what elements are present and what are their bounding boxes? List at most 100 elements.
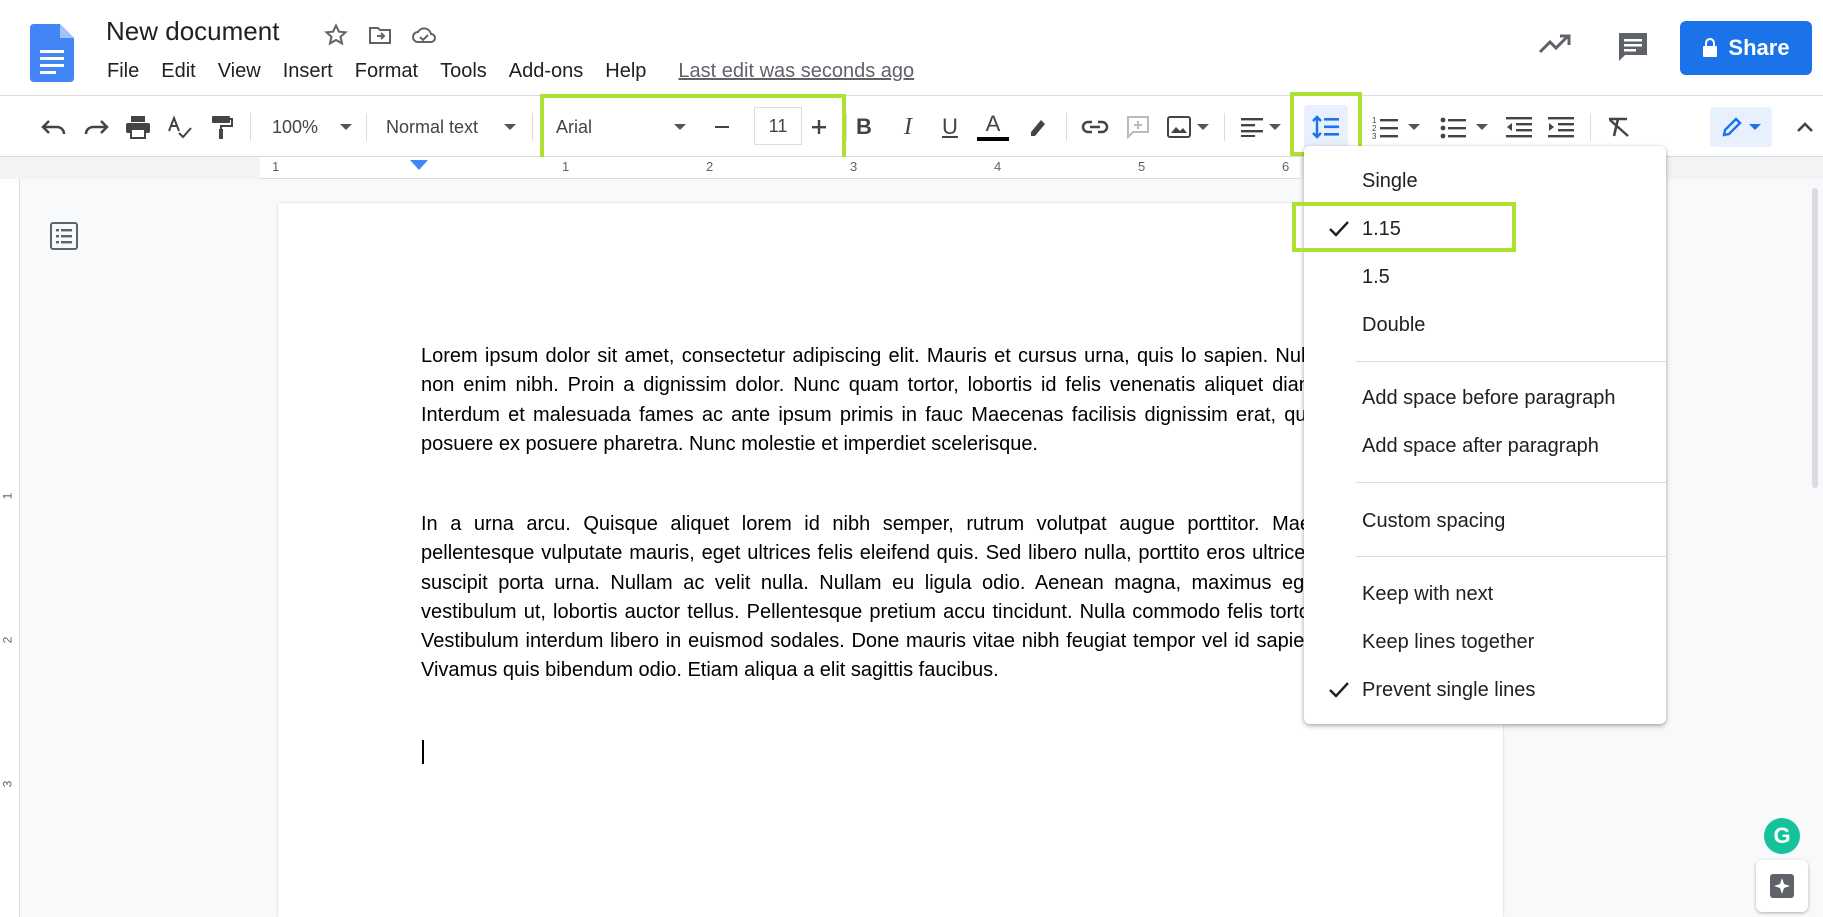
- menu-item-label: Keep lines together: [1362, 630, 1535, 653]
- explore-button[interactable]: [1756, 860, 1808, 912]
- font-group-highlight: [540, 94, 846, 162]
- chevron-down-icon: [1197, 124, 1209, 130]
- undo-icon[interactable]: [38, 97, 70, 157]
- menu-bar: File Edit View Insert Format Tools Add-o…: [107, 60, 936, 83]
- menu-divider: [1356, 556, 1666, 557]
- star-icon[interactable]: [320, 20, 352, 50]
- last-edit-link[interactable]: Last edit was seconds ago: [678, 60, 914, 83]
- svg-text:3: 3: [1372, 132, 1377, 139]
- menu-edit[interactable]: Edit: [161, 60, 195, 83]
- menu-file[interactable]: File: [107, 60, 139, 83]
- scrollbar-thumb[interactable]: [1812, 188, 1818, 488]
- document-title[interactable]: New document: [106, 16, 279, 47]
- print-icon[interactable]: [122, 97, 154, 157]
- text-color-icon[interactable]: A: [976, 97, 1010, 157]
- highlight-color-icon[interactable]: [1022, 97, 1054, 157]
- menu-item-label: Double: [1362, 313, 1426, 336]
- bold-icon[interactable]: B: [848, 97, 880, 157]
- menu-tools[interactable]: Tools: [440, 60, 487, 83]
- menu-insert[interactable]: Insert: [283, 60, 333, 83]
- check-icon: [1329, 682, 1349, 698]
- selected-spacing-highlight: [1292, 202, 1516, 252]
- align-button[interactable]: [1236, 97, 1286, 157]
- menu-item-label: 1.5: [1362, 265, 1390, 288]
- chevron-down-icon: [340, 124, 353, 130]
- menu-format[interactable]: Format: [355, 60, 418, 83]
- vruler-number: 3: [0, 780, 15, 788]
- activity-trend-icon[interactable]: [1538, 32, 1572, 56]
- menu-divider: [1356, 482, 1666, 483]
- menu-item-label: Prevent single lines: [1362, 678, 1536, 701]
- menu-item-double[interactable]: Double: [1304, 303, 1666, 347]
- grammarly-icon[interactable]: G: [1764, 818, 1800, 854]
- comment-history-icon[interactable]: [1616, 30, 1650, 64]
- image-icon: [1167, 116, 1191, 138]
- share-button[interactable]: Share: [1680, 21, 1812, 75]
- insert-image-button[interactable]: [1162, 97, 1214, 157]
- paragraph-style-select[interactable]: Normal text: [378, 97, 522, 157]
- menu-item-keep-with-next[interactable]: Keep with next: [1304, 572, 1666, 616]
- menu-view[interactable]: View: [218, 60, 261, 83]
- ruler-number: 5: [1138, 159, 1146, 174]
- chevron-down-icon: [1269, 124, 1281, 130]
- chevron-down-icon: [1749, 124, 1761, 130]
- title-actions: [320, 20, 440, 50]
- vertical-ruler[interactable]: 1 2 3: [0, 179, 20, 917]
- menu-item-label: Single: [1362, 169, 1418, 192]
- paragraph[interactable]: In a urna arcu. Quisque aliquet lorem id…: [421, 510, 1321, 716]
- toolbar-divider: [250, 113, 251, 141]
- link-icon[interactable]: [1078, 97, 1112, 157]
- ruler-number: 2: [706, 159, 714, 174]
- lock-icon: [1703, 38, 1718, 57]
- menu-item-label: Add space after paragraph: [1362, 434, 1599, 457]
- menu-item-space-before[interactable]: Add space before paragraph: [1304, 376, 1666, 420]
- bulleted-list-icon: [1440, 117, 1466, 139]
- underline-icon[interactable]: U: [934, 97, 966, 157]
- move-folder-icon[interactable]: [364, 20, 396, 50]
- toolbar-divider: [1066, 113, 1067, 141]
- toolbar-divider: [1590, 113, 1591, 141]
- menu-addons[interactable]: Add-ons: [509, 60, 584, 83]
- italic-icon[interactable]: I: [892, 97, 924, 157]
- menu-item-custom-spacing[interactable]: Custom spacing: [1304, 499, 1666, 543]
- cloud-saved-icon[interactable]: [408, 20, 440, 50]
- menu-item-space-after[interactable]: Add space after paragraph: [1304, 424, 1666, 468]
- spellcheck-icon[interactable]: [164, 97, 196, 157]
- indent-marker[interactable]: [410, 160, 428, 170]
- numbered-list-icon: 123: [1372, 116, 1398, 139]
- menu-item-1-5[interactable]: 1.5: [1304, 255, 1666, 299]
- app-header: New document File Edit View Insert Forma…: [0, 0, 1823, 96]
- menu-divider: [1356, 361, 1666, 362]
- toolbar-divider: [366, 113, 367, 141]
- docs-logo-icon[interactable]: [30, 24, 74, 82]
- menu-item-keep-lines-together[interactable]: Keep lines together: [1304, 620, 1666, 664]
- menu-item-label: Add space before paragraph: [1362, 386, 1616, 409]
- menu-item-label: Custom spacing: [1362, 509, 1506, 532]
- ruler-number: 1: [272, 159, 280, 174]
- chevron-down-icon: [1476, 124, 1488, 130]
- explore-sparkle-icon: [1770, 874, 1794, 898]
- document-outline-icon[interactable]: [50, 222, 78, 250]
- toolbar-divider: [532, 113, 533, 141]
- menu-item-single[interactable]: Single: [1304, 159, 1666, 203]
- style-value: Normal text: [386, 116, 479, 137]
- editing-mode-button[interactable]: [1710, 107, 1772, 147]
- collapse-toolbar-icon[interactable]: [1790, 97, 1820, 157]
- align-left-icon: [1241, 118, 1263, 137]
- chevron-down-icon: [1408, 124, 1420, 130]
- paint-format-icon[interactable]: [206, 97, 238, 157]
- pencil-icon: [1722, 117, 1742, 137]
- menu-item-label: Keep with next: [1362, 582, 1494, 605]
- toolbar-divider: [1224, 113, 1225, 141]
- chevron-down-icon: [504, 124, 517, 130]
- zoom-select[interactable]: 100%: [266, 97, 356, 157]
- menu-item-prevent-single-lines[interactable]: Prevent single lines: [1304, 668, 1666, 712]
- ruler-number: 4: [994, 159, 1002, 174]
- paragraph[interactable]: Lorem ipsum dolor sit amet, consectetur …: [421, 342, 1321, 490]
- add-comment-icon[interactable]: [1122, 97, 1154, 157]
- toolbar-divider: [846, 113, 847, 141]
- redo-icon[interactable]: [80, 97, 112, 157]
- zoom-value: 100%: [272, 116, 319, 137]
- text-cursor: [422, 740, 424, 764]
- menu-help[interactable]: Help: [605, 60, 646, 83]
